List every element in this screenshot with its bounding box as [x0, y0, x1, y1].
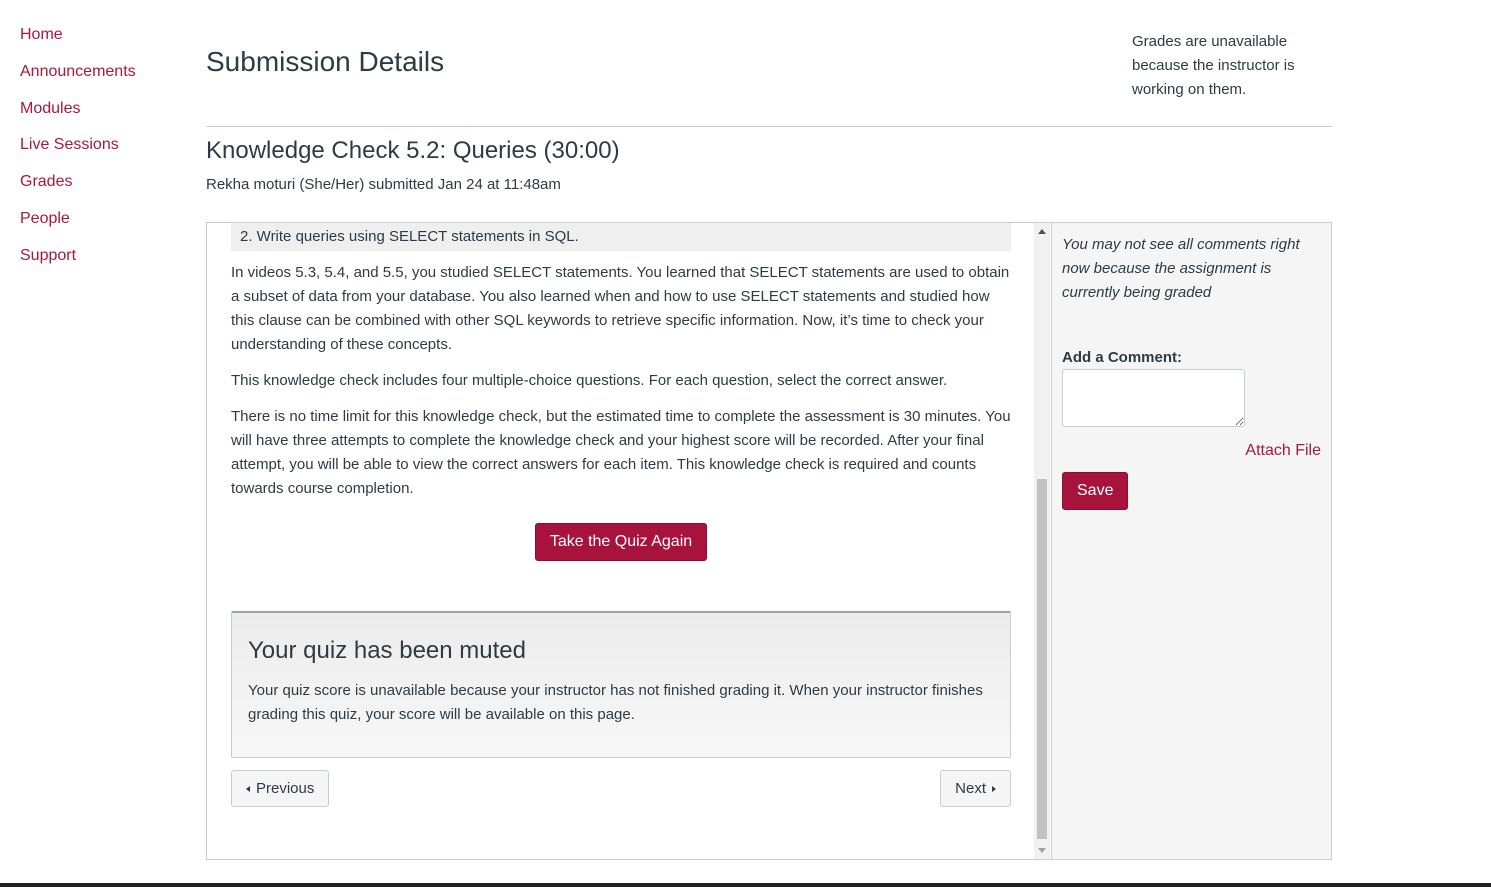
quiz-description-paragraph: In videos 5.3, 5.4, and 5.5, you studied… — [231, 264, 1010, 353]
quiz-preview-frame: 2. Write queries using SELECT statements… — [206, 222, 1051, 860]
muted-notice-text: Your quiz score is unavailable because y… — [248, 682, 983, 723]
muted-notice-title: Your quiz has been muted — [248, 637, 526, 664]
course-nav: Home Announcements Modules Live Sessions… — [20, 24, 190, 282]
learning-objective: 2. Write queries using SELECT statements… — [231, 223, 1011, 251]
sidebar-item-grades[interactable]: Grades — [20, 171, 190, 193]
previous-button[interactable]: Previous — [231, 770, 330, 807]
comments-panel: You may not see all comments right now b… — [1051, 222, 1332, 860]
save-comment-button[interactable]: Save — [1062, 472, 1129, 510]
submission-info: Rekha moturi (She/Her) submitted Jan 24 … — [206, 176, 561, 193]
retake-row: Take the Quiz Again — [231, 523, 1011, 561]
scroll-up-icon[interactable] — [1038, 229, 1046, 234]
bottom-edge — [0, 883, 1491, 887]
previous-label: Previous — [256, 780, 315, 797]
quiz-title: Knowledge Check 5.2: Queries (30:00) — [206, 137, 620, 164]
comment-textarea[interactable] — [1062, 369, 1245, 427]
quiz-description-paragraph: There is no time limit for this knowledg… — [231, 408, 1011, 497]
caret-left-icon — [246, 786, 250, 793]
scroll-thumb[interactable] — [1037, 479, 1047, 839]
page-title: Submission Details — [206, 46, 445, 77]
attach-file-link[interactable]: Attach File — [1245, 442, 1321, 460]
quiz-description-paragraph: This knowledge check includes four multi… — [231, 372, 948, 389]
sidebar-item-announcements[interactable]: Announcements — [20, 61, 190, 83]
pagination-row: Previous Next — [231, 770, 1011, 810]
muted-notice: Your quiz has been muted Your quiz score… — [231, 611, 1011, 758]
next-label: Next — [955, 780, 986, 797]
frame-scrollbar[interactable] — [1034, 223, 1050, 859]
take-quiz-again-button[interactable]: Take the Quiz Again — [534, 523, 708, 561]
sidebar-item-support[interactable]: Support — [20, 245, 190, 267]
sidebar-item-home[interactable]: Home — [20, 24, 190, 46]
next-button[interactable]: Next — [940, 770, 1011, 807]
sidebar-item-live-sessions[interactable]: Live Sessions — [20, 134, 190, 156]
add-comment-label: Add a Comment: — [1062, 349, 1182, 366]
quiz-content: 2. Write queries using SELECT statements… — [231, 223, 1011, 810]
scroll-down-icon[interactable] — [1038, 848, 1046, 853]
caret-right-icon — [992, 786, 996, 793]
sidebar-item-people[interactable]: People — [20, 208, 190, 230]
grades-unavailable-note: Grades are unavailable because the instr… — [1132, 33, 1295, 98]
header-divider — [206, 126, 1332, 127]
sidebar-item-modules[interactable]: Modules — [20, 98, 190, 120]
comments-visibility-note: You may not see all comments right now b… — [1062, 236, 1300, 301]
